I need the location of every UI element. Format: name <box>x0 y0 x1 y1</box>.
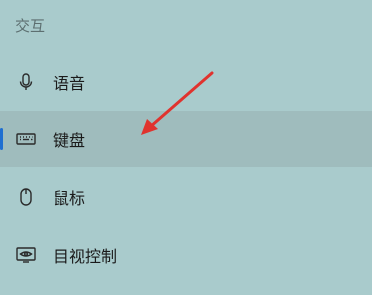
mouse-icon <box>14 185 38 209</box>
nav-item-keyboard[interactable]: 键盘 <box>0 111 372 167</box>
selection-indicator <box>0 128 3 150</box>
microphone-icon <box>14 70 38 94</box>
keyboard-icon <box>14 127 38 151</box>
nav-item-label: 鼠标 <box>53 189 86 208</box>
nav-item-eye-control[interactable]: 目视控制 <box>0 227 372 283</box>
nav-item-speech[interactable]: 语音 <box>0 54 372 110</box>
nav-item-label: 目视控制 <box>53 247 118 266</box>
eye-monitor-icon <box>14 243 38 267</box>
nav-item-label: 语音 <box>53 74 86 93</box>
nav-item-mouse[interactable]: 鼠标 <box>0 169 372 225</box>
nav-item-label: 键盘 <box>53 131 86 150</box>
section-title: 交互 <box>15 17 46 35</box>
